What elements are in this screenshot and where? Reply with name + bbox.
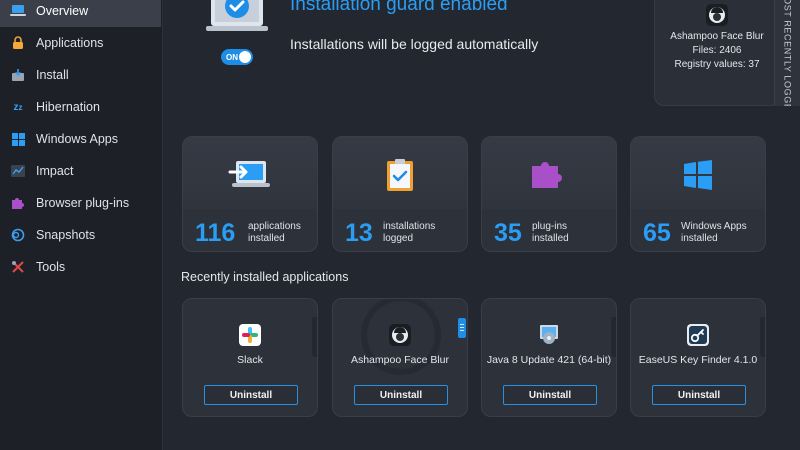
sidebar-item-impact[interactable]: Impact — [0, 155, 161, 187]
clipboard-check-icon — [333, 155, 467, 195]
sidebar-item-label: Browser plug-ins — [36, 196, 130, 210]
uninstall-button[interactable]: Uninstall — [503, 385, 597, 405]
sidebar-item-label: Impact — [36, 164, 74, 178]
stat-card-applications[interactable]: 116 applications installed — [182, 136, 318, 252]
sidebar-item-label: Applications — [36, 36, 104, 50]
laptop-icon — [10, 3, 26, 19]
snapshot-icon — [10, 227, 26, 243]
java-installer-icon — [482, 323, 616, 347]
guard-laptop-check-icon — [206, 0, 268, 47]
uninstall-button[interactable]: Uninstall — [204, 385, 298, 405]
recent-app-name: Ashampoo Face Blur — [350, 354, 450, 366]
recent-app-name: EaseUS Key Finder 4.1.0 — [638, 354, 758, 366]
recent-section-title: Recently installed applications — [181, 270, 349, 284]
sidebar-item-label: Snapshots — [36, 228, 96, 242]
sidebar-item-hibernation[interactable]: zz Hibernation — [0, 91, 161, 123]
stat-description: plug-ins installed — [532, 221, 569, 244]
sleep-icon: zz — [13, 101, 23, 113]
chart-icon — [10, 163, 26, 179]
uninstall-button[interactable]: Uninstall — [354, 385, 448, 405]
stat-description: Windows Apps installed — [681, 221, 747, 244]
stat-description: applications installed — [248, 221, 301, 244]
install-icon — [10, 67, 26, 83]
recent-app-card[interactable]: Java 8 Update 421 (64-bit) Uninstall — [481, 298, 617, 417]
sidebar-item-snapshots[interactable]: Snapshots — [0, 219, 161, 251]
sidebar-item-label: Install — [36, 68, 69, 82]
most-recent-card[interactable]: Ashampoo Face Blur Files: 2406 Registry … — [654, 0, 780, 106]
most-recent-registry: Registry values: 37 — [674, 59, 760, 70]
face-blur-icon — [333, 323, 467, 347]
face-blur-icon — [706, 4, 728, 26]
laptop-arrow-icon — [183, 155, 317, 195]
stat-value: 35 — [494, 219, 522, 247]
recent-app-card[interactable]: EaseUS Key Finder 4.1.0 Uninstall — [630, 298, 766, 417]
guard-toggle[interactable]: ON — [221, 49, 253, 65]
stat-value: 116 — [195, 219, 236, 247]
sidebar: Overview Applications Install zz Hiberna… — [0, 0, 163, 450]
recent-app-name: Slack — [237, 354, 263, 366]
sidebar-item-browser-plugins[interactable]: Browser plug-ins — [0, 187, 161, 219]
slack-icon — [183, 323, 317, 347]
sidebar-item-overview[interactable]: Overview — [0, 0, 161, 27]
stat-card-windows-apps[interactable]: 65 Windows Apps installed — [630, 136, 766, 252]
most-recent-files: Files: 2406 — [692, 45, 742, 56]
sidebar-item-label: Windows Apps — [36, 132, 118, 146]
guard-title: Installation guard enabled — [290, 0, 508, 15]
stat-card-installations[interactable]: 13 installations logged — [332, 136, 468, 252]
sidebar-item-label: Overview — [36, 4, 89, 18]
puzzle-icon — [10, 195, 26, 211]
recent-app-name: Java 8 Update 421 (64-bit) — [486, 354, 612, 366]
most-recent-tab[interactable]: MOST RECENTLY LOGGED — [774, 0, 800, 106]
puzzle-icon — [482, 155, 616, 195]
guard-subtitle: Installations will be logged automatical… — [290, 36, 539, 52]
sidebar-item-applications[interactable]: Applications — [0, 27, 161, 59]
uninstall-button[interactable]: Uninstall — [652, 385, 746, 405]
toggle-knob — [239, 51, 251, 63]
sidebar-item-windows-apps[interactable]: Windows Apps — [0, 123, 161, 155]
sidebar-item-install[interactable]: Install — [0, 59, 161, 91]
stat-value: 13 — [345, 219, 373, 247]
tools-icon — [10, 259, 26, 275]
most-recent-app-name: Ashampoo Face Blur — [670, 31, 764, 42]
recent-app-card[interactable]: Slack Uninstall — [182, 298, 318, 417]
key-finder-icon — [631, 323, 765, 347]
lock-icon — [10, 35, 26, 51]
stat-description: installations logged — [383, 221, 436, 244]
windows-logo-icon — [631, 155, 765, 195]
most-recent-tab-label: MOST RECENTLY LOGGED — [782, 0, 793, 106]
sidebar-item-label: Tools — [36, 260, 66, 274]
stat-card-plugins[interactable]: 35 plug-ins installed — [481, 136, 617, 252]
recent-app-card[interactable]: Ashampoo Face Blur Uninstall — [332, 298, 468, 417]
windows-icon — [10, 131, 26, 147]
drag-handle-icon[interactable] — [458, 318, 466, 338]
stat-value: 65 — [643, 219, 671, 247]
sidebar-item-tools[interactable]: Tools — [0, 251, 161, 283]
sidebar-item-label: Hibernation — [36, 100, 100, 114]
toggle-label: ON — [226, 52, 238, 62]
